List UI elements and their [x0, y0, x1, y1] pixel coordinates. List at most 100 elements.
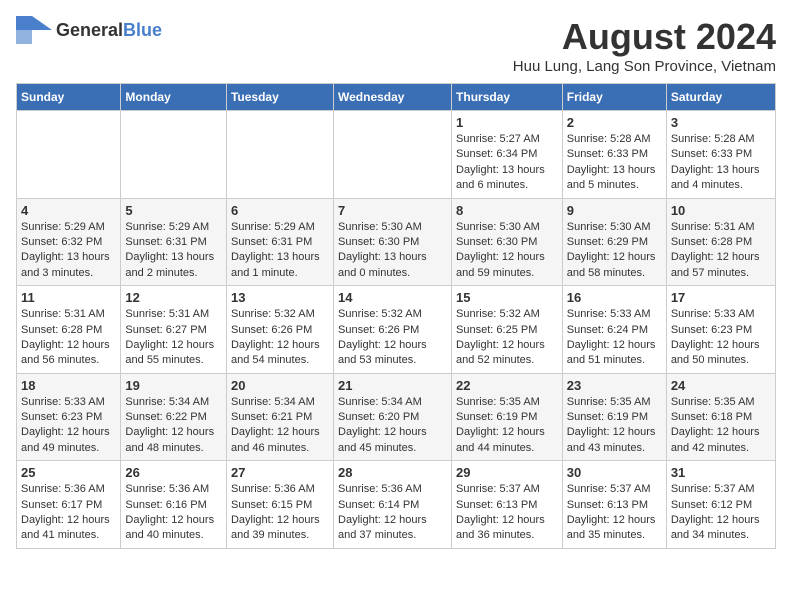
day-info: Sunrise: 5:37 AMSunset: 6:13 PMDaylight:… — [456, 482, 558, 544]
week-row-3: 18 Sunrise: 5:33 AMSunset: 6:23 PMDayligh… — [17, 373, 776, 461]
day-number: 18 — [21, 378, 116, 393]
day-cell: 2Sunrise: 5:28 AMSunset: 6:33 PMDaylight… — [562, 111, 666, 199]
day-info: Sunrise: 5:34 AMSunset: 6:22 PMDaylight:… — [125, 395, 222, 457]
day-number: 6 — [231, 203, 329, 218]
day-cell: 6 Sunrise: 5:29 AMSunset: 6:31 PMDaylight… — [226, 198, 333, 286]
day-number: 1 — [456, 115, 558, 130]
day-info: Sunrise: 5:36 AMSunset: 6:14 PMDaylight:… — [338, 482, 447, 544]
header-thursday: Thursday — [452, 84, 563, 111]
day-cell: 18 Sunrise: 5:33 AMSunset: 6:23 PMDayligh… — [17, 373, 121, 461]
day-info: Sunrise: 5:30 AMSunset: 6:30 PMDaylight:… — [456, 220, 558, 282]
day-cell: 15Sunrise: 5:32 AMSunset: 6:25 PMDayligh… — [452, 286, 563, 374]
day-number: 19 — [125, 378, 222, 393]
day-number: 23 — [567, 378, 662, 393]
day-number: 30 — [567, 465, 662, 480]
day-number: 22 — [456, 378, 558, 393]
day-cell: 24 Sunrise: 5:35 AMSunset: 6:18 PMDayligh… — [666, 373, 775, 461]
day-cell: 17Sunrise: 5:33 AMSunset: 6:23 PMDayligh… — [666, 286, 775, 374]
day-cell: 10 Sunrise: 5:31 AMSunset: 6:28 PMDayligh… — [666, 198, 775, 286]
day-info: Sunrise: 5:35 AMSunset: 6:19 PMDaylight:… — [456, 395, 558, 457]
day-info: Sunrise: 5:31 AMSunset: 6:27 PMDaylight:… — [125, 307, 222, 369]
day-cell: 27Sunrise: 5:36 AMSunset: 6:15 PMDayligh… — [226, 461, 333, 549]
day-cell: 30 Sunrise: 5:37 AMSunset: 6:13 PMDayligh… — [562, 461, 666, 549]
day-number: 12 — [125, 290, 222, 305]
day-info: Sunrise: 5:34 AMSunset: 6:21 PMDaylight:… — [231, 395, 329, 457]
header-sunday: Sunday — [17, 84, 121, 111]
day-number: 8 — [456, 203, 558, 218]
day-cell: 21 Sunrise: 5:34 AMSunset: 6:20 PMDayligh… — [334, 373, 452, 461]
day-info: Sunrise: 5:29 AMSunset: 6:31 PMDaylight:… — [125, 220, 222, 282]
day-cell: 3Sunrise: 5:28 AMSunset: 6:33 PMDaylight… — [666, 111, 775, 199]
day-number: 4 — [21, 203, 116, 218]
page-header: General Blue August 2024 Huu Lung, Lang … — [16, 16, 776, 75]
day-number: 28 — [338, 465, 447, 480]
day-number: 26 — [125, 465, 222, 480]
day-cell: 26 Sunrise: 5:36 AMSunset: 6:16 PMDayligh… — [121, 461, 227, 549]
day-cell: 25 Sunrise: 5:36 AMSunset: 6:17 PMDayligh… — [17, 461, 121, 549]
day-cell: 22 Sunrise: 5:35 AMSunset: 6:19 PMDayligh… — [452, 373, 563, 461]
week-row-1: 4 Sunrise: 5:29 AMSunset: 6:32 PMDaylight… — [17, 198, 776, 286]
day-info: Sunrise: 5:33 AMSunset: 6:23 PMDaylight:… — [671, 307, 771, 369]
day-cell — [17, 111, 121, 199]
day-cell: 5Sunrise: 5:29 AMSunset: 6:31 PMDaylight… — [121, 198, 227, 286]
day-info: Sunrise: 5:31 AMSunset: 6:28 PMDaylight:… — [21, 307, 116, 369]
day-info: Sunrise: 5:30 AMSunset: 6:30 PMDaylight:… — [338, 220, 447, 282]
day-number: 7 — [338, 203, 447, 218]
day-number: 10 — [671, 203, 771, 218]
day-number: 27 — [231, 465, 329, 480]
day-cell: 31Sunrise: 5:37 AMSunset: 6:12 PMDayligh… — [666, 461, 775, 549]
day-info: Sunrise: 5:32 AMSunset: 6:25 PMDaylight:… — [456, 307, 558, 369]
day-number: 11 — [21, 290, 116, 305]
day-cell: 16 Sunrise: 5:33 AMSunset: 6:24 PMDayligh… — [562, 286, 666, 374]
day-number: 25 — [21, 465, 116, 480]
day-info: Sunrise: 5:29 AMSunset: 6:31 PMDaylight:… — [231, 220, 329, 282]
day-info: Sunrise: 5:28 AMSunset: 6:33 PMDaylight:… — [567, 132, 662, 194]
day-info: Sunrise: 5:35 AMSunset: 6:19 PMDaylight:… — [567, 395, 662, 457]
day-info: Sunrise: 5:37 AMSunset: 6:13 PMDaylight:… — [567, 482, 662, 544]
day-info: Sunrise: 5:27 AMSunset: 6:34 PMDaylight:… — [456, 132, 558, 194]
day-cell: 23 Sunrise: 5:35 AMSunset: 6:19 PMDayligh… — [562, 373, 666, 461]
day-info: Sunrise: 5:30 AMSunset: 6:29 PMDaylight:… — [567, 220, 662, 282]
day-number: 21 — [338, 378, 447, 393]
day-info: Sunrise: 5:31 AMSunset: 6:28 PMDaylight:… — [671, 220, 771, 282]
header-monday: Monday — [121, 84, 227, 111]
calendar-table: SundayMondayTuesdayWednesdayThursdayFrid… — [16, 83, 776, 549]
day-info: Sunrise: 5:34 AMSunset: 6:20 PMDaylight:… — [338, 395, 447, 457]
day-cell: 8 Sunrise: 5:30 AMSunset: 6:30 PMDaylight… — [452, 198, 563, 286]
day-number: 9 — [567, 203, 662, 218]
day-number: 24 — [671, 378, 771, 393]
day-cell: 4 Sunrise: 5:29 AMSunset: 6:32 PMDaylight… — [17, 198, 121, 286]
day-number: 13 — [231, 290, 329, 305]
day-number: 16 — [567, 290, 662, 305]
week-row-2: 11 Sunrise: 5:31 AMSunset: 6:28 PMDayligh… — [17, 286, 776, 374]
day-info: Sunrise: 5:33 AMSunset: 6:23 PMDaylight:… — [21, 395, 116, 457]
main-title: August 2024 — [513, 16, 776, 58]
day-info: Sunrise: 5:36 AMSunset: 6:17 PMDaylight:… — [21, 482, 116, 544]
day-info: Sunrise: 5:33 AMSunset: 6:24 PMDaylight:… — [567, 307, 662, 369]
day-cell: 9 Sunrise: 5:30 AMSunset: 6:29 PMDaylight… — [562, 198, 666, 286]
day-cell — [226, 111, 333, 199]
header-friday: Friday — [562, 84, 666, 111]
header-tuesday: Tuesday — [226, 84, 333, 111]
day-cell: 7 Sunrise: 5:30 AMSunset: 6:30 PMDaylight… — [334, 198, 452, 286]
day-cell: 12 Sunrise: 5:31 AMSunset: 6:27 PMDayligh… — [121, 286, 227, 374]
day-info: Sunrise: 5:36 AMSunset: 6:16 PMDaylight:… — [125, 482, 222, 544]
day-info: Sunrise: 5:32 AMSunset: 6:26 PMDaylight:… — [338, 307, 447, 369]
logo: General Blue — [16, 16, 162, 44]
day-cell: 13 Sunrise: 5:32 AMSunset: 6:26 PMDayligh… — [226, 286, 333, 374]
day-cell: 11 Sunrise: 5:31 AMSunset: 6:28 PMDayligh… — [17, 286, 121, 374]
day-cell: 28 Sunrise: 5:36 AMSunset: 6:14 PMDayligh… — [334, 461, 452, 549]
day-info: Sunrise: 5:32 AMSunset: 6:26 PMDaylight:… — [231, 307, 329, 369]
day-info: Sunrise: 5:35 AMSunset: 6:18 PMDaylight:… — [671, 395, 771, 457]
day-number: 3 — [671, 115, 771, 130]
header-saturday: Saturday — [666, 84, 775, 111]
day-cell — [121, 111, 227, 199]
day-cell: 14 Sunrise: 5:32 AMSunset: 6:26 PMDayligh… — [334, 286, 452, 374]
logo-general: General — [56, 20, 123, 41]
day-number: 29 — [456, 465, 558, 480]
day-cell: 20Sunrise: 5:34 AMSunset: 6:21 PMDayligh… — [226, 373, 333, 461]
week-row-0: 1 Sunrise: 5:27 AMSunset: 6:34 PMDaylight… — [17, 111, 776, 199]
day-number: 14 — [338, 290, 447, 305]
day-info: Sunrise: 5:29 AMSunset: 6:32 PMDaylight:… — [21, 220, 116, 282]
logo-blue: Blue — [123, 20, 162, 41]
